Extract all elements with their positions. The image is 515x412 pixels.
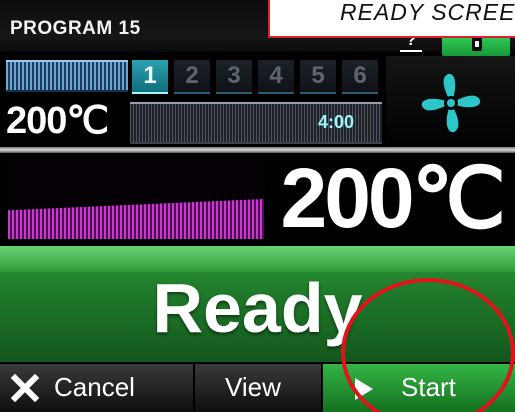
stage-selector: 1 2 3 4 5 6	[0, 56, 382, 94]
fan-icon	[421, 73, 481, 133]
program-title: PROGRAM 15	[10, 18, 141, 39]
stage-1-tab[interactable]: 1	[132, 60, 168, 94]
actual-temperature: 200℃	[280, 151, 506, 245]
cancel-label: Cancel	[54, 372, 135, 402]
fan-button[interactable]	[386, 56, 515, 148]
heat-level-bar	[8, 159, 264, 239]
view-button[interactable]: View	[195, 364, 323, 412]
stage-4-tab[interactable]: 4	[258, 60, 294, 94]
cancel-button[interactable]: Cancel	[0, 364, 195, 412]
stage-2-tab[interactable]: 2	[174, 60, 210, 94]
stage-6-tab[interactable]: 6	[342, 60, 378, 94]
header-bar: PROGRAM 15 ? READY SCREEN	[0, 0, 515, 56]
set-temperature[interactable]: 200℃	[6, 98, 109, 143]
heat-level-fill	[8, 199, 264, 239]
stage-5-tab[interactable]: 5	[300, 60, 336, 94]
actual-temperature-row: 200℃	[0, 151, 515, 245]
view-label: View	[225, 372, 281, 402]
timer-value[interactable]: 4:00	[318, 112, 354, 133]
annotation-caption-box: READY SCREEN	[268, 0, 515, 38]
stage-3-tab[interactable]: 3	[216, 60, 252, 94]
close-icon	[10, 374, 40, 402]
key-lock-icon	[472, 37, 482, 51]
annotation-caption: READY SCREEN	[340, 0, 515, 25]
oven-control-screen: PROGRAM 15 ? READY SCREEN 1 2 3 4 5 6 20…	[0, 0, 515, 412]
stage-progress-bar	[6, 60, 128, 92]
